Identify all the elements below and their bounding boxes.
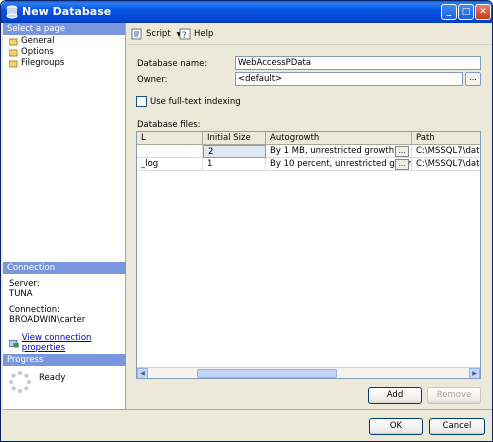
cell-initial-size[interactable]: 1: [203, 158, 266, 171]
progress-status: Ready: [39, 373, 66, 383]
close-button[interactable]: ✕: [475, 4, 491, 20]
column-header-autogrowth[interactable]: Autogrowth: [266, 132, 412, 145]
cancel-button[interactable]: Cancel: [429, 418, 485, 435]
server-label: Server:: [9, 279, 40, 289]
add-button[interactable]: Add: [368, 387, 422, 404]
autogrowth-browse-button[interactable]: ...: [395, 159, 409, 170]
new-database-window: New Database _ □ ✕ Select a page General…: [0, 0, 493, 442]
cell-path[interactable]: C:\MSSQL7\data: [412, 158, 480, 171]
column-header-path[interactable]: Path: [412, 132, 480, 145]
horizontal-scrollbar[interactable]: ◀ ▶: [137, 367, 480, 378]
cell-autogrowth[interactable]: By 1 MB, unrestricted growth: [266, 145, 412, 158]
owner-label: Owner:: [137, 75, 168, 85]
help-label: Help: [194, 29, 214, 39]
page-icon: [9, 60, 18, 67]
page-general-label: General: [21, 36, 55, 46]
column-header-initial-size[interactable]: Initial Size (MB): [203, 132, 266, 155]
cell-logical-name[interactable]: [137, 145, 203, 158]
remove-button[interactable]: Remove: [427, 387, 481, 404]
script-icon: [131, 28, 142, 40]
window-title: New Database: [22, 5, 112, 18]
connection-properties-icon: [9, 339, 19, 347]
page-icon: [9, 38, 18, 45]
title-bar[interactable]: New Database _ □ ✕: [1, 1, 492, 23]
page-icon: [9, 49, 18, 56]
autogrowth-text: By 10 percent, unrestricted growth: [270, 159, 412, 169]
database-icon: [6, 5, 18, 19]
page-filegroups[interactable]: Filegroups: [3, 58, 125, 69]
select-page-header: Select a page: [3, 23, 125, 35]
fulltext-label: Use full-text indexing: [150, 97, 241, 107]
ok-button[interactable]: OK: [369, 418, 423, 435]
minimize-button[interactable]: _: [441, 4, 457, 20]
left-pane: Select a page General Options Filegroups…: [3, 23, 126, 409]
dialog-footer: OK Cancel: [3, 409, 492, 441]
owner-browse-button[interactable]: ...: [465, 72, 481, 86]
script-label: Script: [146, 29, 171, 39]
autogrowth-browse-button[interactable]: ...: [395, 146, 409, 157]
database-name-input[interactable]: WebAccessPData: [235, 56, 481, 70]
page-options-label: Options: [21, 47, 54, 57]
view-connection-properties-link[interactable]: View connection properties: [22, 333, 124, 353]
connection-value: BROADWIN\carter: [9, 315, 86, 325]
connection-info: Server: TUNA Connection: BROADWIN\carter…: [9, 279, 124, 353]
database-files-grid[interactable]: L Initial Size (MB) Autogrowth Path 2 By…: [136, 131, 481, 379]
autogrowth-text: By 1 MB, unrestricted growth: [270, 146, 395, 156]
cell-logical-name[interactable]: _log: [137, 158, 203, 171]
owner-input[interactable]: <default>: [235, 72, 463, 86]
database-name-label: Database name:: [137, 59, 208, 69]
svg-text:?: ?: [182, 31, 187, 40]
help-button[interactable]: ? Help: [179, 27, 213, 41]
server-value: TUNA: [9, 289, 33, 299]
progress-header: Progress: [3, 354, 126, 366]
fulltext-checkbox[interactable]: [136, 96, 147, 107]
scrollbar-thumb[interactable]: [197, 369, 337, 378]
script-button[interactable]: Script ▼: [131, 27, 181, 41]
page-general[interactable]: General: [3, 36, 125, 47]
cell-path[interactable]: C:\MSSQL7\data: [412, 145, 480, 158]
connection-header: Connection: [3, 262, 126, 274]
page-options[interactable]: Options: [3, 47, 125, 58]
help-icon: ?: [179, 28, 191, 40]
general-page-content: Database name: WebAccessPData Owner: <de…: [127, 45, 492, 409]
column-header-logical[interactable]: L: [137, 132, 203, 145]
scroll-left-arrow-icon[interactable]: ◀: [137, 368, 148, 378]
cell-autogrowth[interactable]: By 10 percent, unrestricted growth: [266, 158, 412, 171]
progress-area: Ready: [9, 371, 124, 401]
cell-initial-size[interactable]: 2: [203, 145, 266, 158]
progress-spinner-icon: [9, 371, 31, 393]
toolbar: Script ▼ ? Help: [127, 23, 492, 45]
maximize-button[interactable]: □: [458, 4, 474, 20]
database-files-label: Database files:: [137, 120, 201, 130]
connection-label: Connection:: [9, 305, 60, 315]
page-filegroups-label: Filegroups: [21, 58, 65, 68]
scroll-right-arrow-icon[interactable]: ▶: [469, 368, 480, 378]
